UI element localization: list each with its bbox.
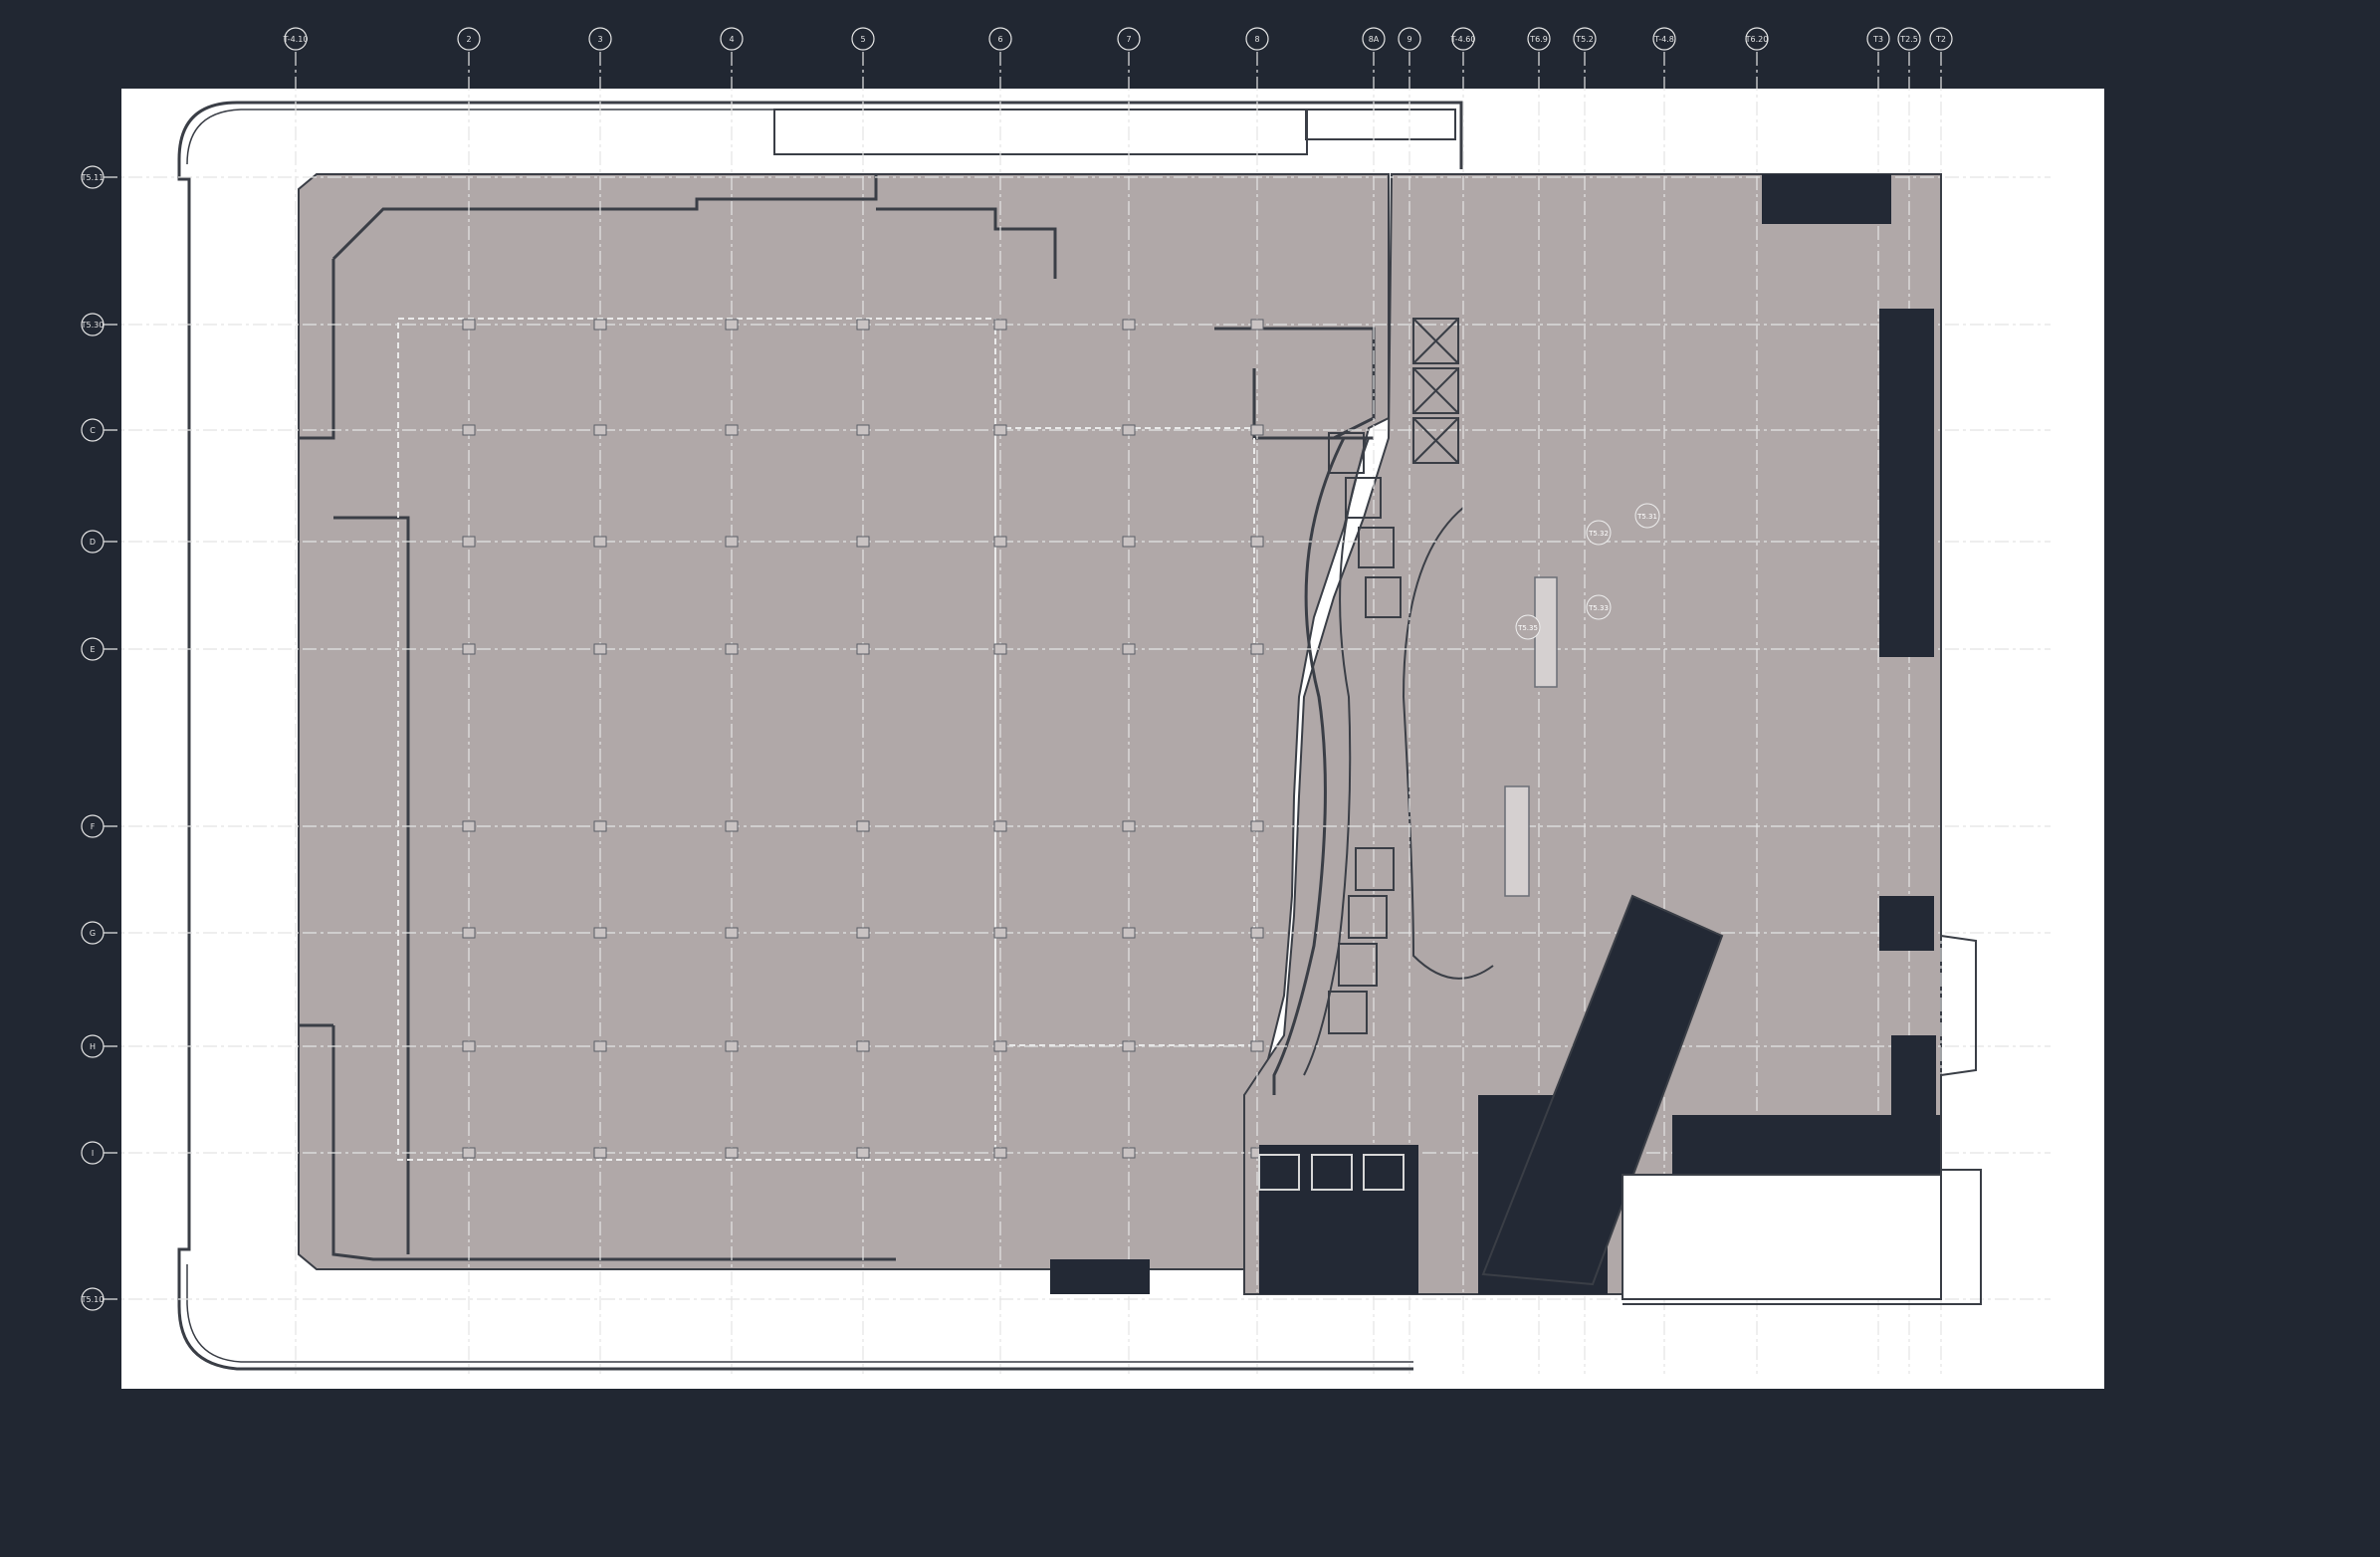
service-core-west-south xyxy=(1050,1259,1150,1294)
column xyxy=(725,820,739,832)
column xyxy=(1250,319,1264,331)
column xyxy=(725,927,739,939)
grid-bubble-label: E xyxy=(90,645,95,654)
column xyxy=(993,319,1007,331)
column xyxy=(1250,927,1264,939)
room-tag-label: T5.33 xyxy=(1588,604,1609,612)
column xyxy=(462,424,476,436)
column xyxy=(1250,820,1264,832)
grid-bubble-label: T6.9 xyxy=(1529,35,1548,44)
column xyxy=(993,927,1007,939)
loading-dock xyxy=(1622,1174,1942,1300)
grid-bubble-label: 3 xyxy=(597,35,602,44)
grid-bubble-label: H xyxy=(90,1042,96,1051)
grid-bubble-label: 7 xyxy=(1126,35,1131,44)
column xyxy=(856,1147,870,1159)
grid-bubble-label: T-4.8 xyxy=(1653,35,1674,44)
column xyxy=(993,643,1007,655)
grid-bubble-label: T3 xyxy=(1872,35,1883,44)
grid-bubble-label: D xyxy=(90,538,96,547)
grid-bubble-label: F xyxy=(91,822,96,831)
column xyxy=(856,927,870,939)
column xyxy=(1250,1040,1264,1052)
column xyxy=(593,1147,607,1159)
column xyxy=(1122,1147,1136,1159)
grid-bubble-label: T5.30 xyxy=(81,321,105,330)
column xyxy=(725,1147,739,1159)
grid-bubble-label: T5.11 xyxy=(81,173,105,182)
column xyxy=(462,1147,476,1159)
floor-area-main xyxy=(298,173,1390,1270)
grid-bubble-label: 9 xyxy=(1406,35,1411,44)
service-core-northeast xyxy=(1762,174,1891,224)
grid-bubble-label: 5 xyxy=(860,35,865,44)
grid-bubble-label: T-4.10 xyxy=(283,35,309,44)
grid-bubble-label: T5.10 xyxy=(81,1295,105,1304)
grid-bubble-label: T6.20 xyxy=(1745,35,1769,44)
service-core-south xyxy=(1259,1145,1418,1294)
column xyxy=(725,319,739,331)
room-tag-label: T5.31 xyxy=(1636,513,1657,521)
column xyxy=(462,1040,476,1052)
column xyxy=(1122,319,1136,331)
column xyxy=(593,643,607,655)
grid-bubble-label: T-4.60 xyxy=(1450,35,1476,44)
column xyxy=(593,319,607,331)
grid-bubble-label: 8A xyxy=(1369,35,1380,44)
column xyxy=(1250,424,1264,436)
column xyxy=(462,643,476,655)
column xyxy=(993,1147,1007,1159)
grid-bubble-label: 4 xyxy=(729,35,734,44)
column xyxy=(856,1040,870,1052)
shaft-east-2 xyxy=(1879,896,1934,951)
column xyxy=(593,536,607,548)
column xyxy=(462,319,476,331)
floor-plan-drawing: T5.31 T5.32 T5.33 T5.35 T-4.10 2 3 4 5 6 7 8 8A 9 T-4… xyxy=(0,0,2380,1557)
column xyxy=(462,536,476,548)
column xyxy=(993,1040,1007,1052)
grid-bubble-label: 6 xyxy=(997,35,1002,44)
column xyxy=(725,536,739,548)
column xyxy=(993,820,1007,832)
column xyxy=(1122,536,1136,548)
room-tag-label: T5.35 xyxy=(1517,624,1538,632)
column xyxy=(593,1040,607,1052)
column xyxy=(1122,820,1136,832)
column xyxy=(725,1040,739,1052)
grid-bubble-label: T2 xyxy=(1935,35,1946,44)
grid-bubble-label: I xyxy=(92,1149,94,1158)
column xyxy=(856,536,870,548)
column xyxy=(856,424,870,436)
column xyxy=(593,820,607,832)
column xyxy=(593,927,607,939)
grid-bubble-label: T5.2 xyxy=(1575,35,1594,44)
column xyxy=(1122,927,1136,939)
column xyxy=(993,536,1007,548)
column xyxy=(1122,1040,1136,1052)
column xyxy=(856,643,870,655)
column xyxy=(1250,643,1264,655)
escalator-south xyxy=(1504,785,1530,897)
column xyxy=(856,820,870,832)
column xyxy=(1250,536,1264,548)
column xyxy=(593,424,607,436)
column xyxy=(1122,643,1136,655)
column xyxy=(462,927,476,939)
column xyxy=(1122,424,1136,436)
column xyxy=(462,820,476,832)
column xyxy=(993,424,1007,436)
column xyxy=(725,424,739,436)
grid-bubble-label: 8 xyxy=(1254,35,1259,44)
grid-bubble-label: T2.5 xyxy=(1899,35,1918,44)
grid-bubble-label: C xyxy=(90,426,96,435)
column xyxy=(725,643,739,655)
column xyxy=(856,319,870,331)
grid-bubble-label: G xyxy=(90,929,96,938)
room-tag-label: T5.32 xyxy=(1588,530,1609,538)
shaft-east xyxy=(1879,309,1934,657)
grid-bubble-label: 2 xyxy=(466,35,471,44)
